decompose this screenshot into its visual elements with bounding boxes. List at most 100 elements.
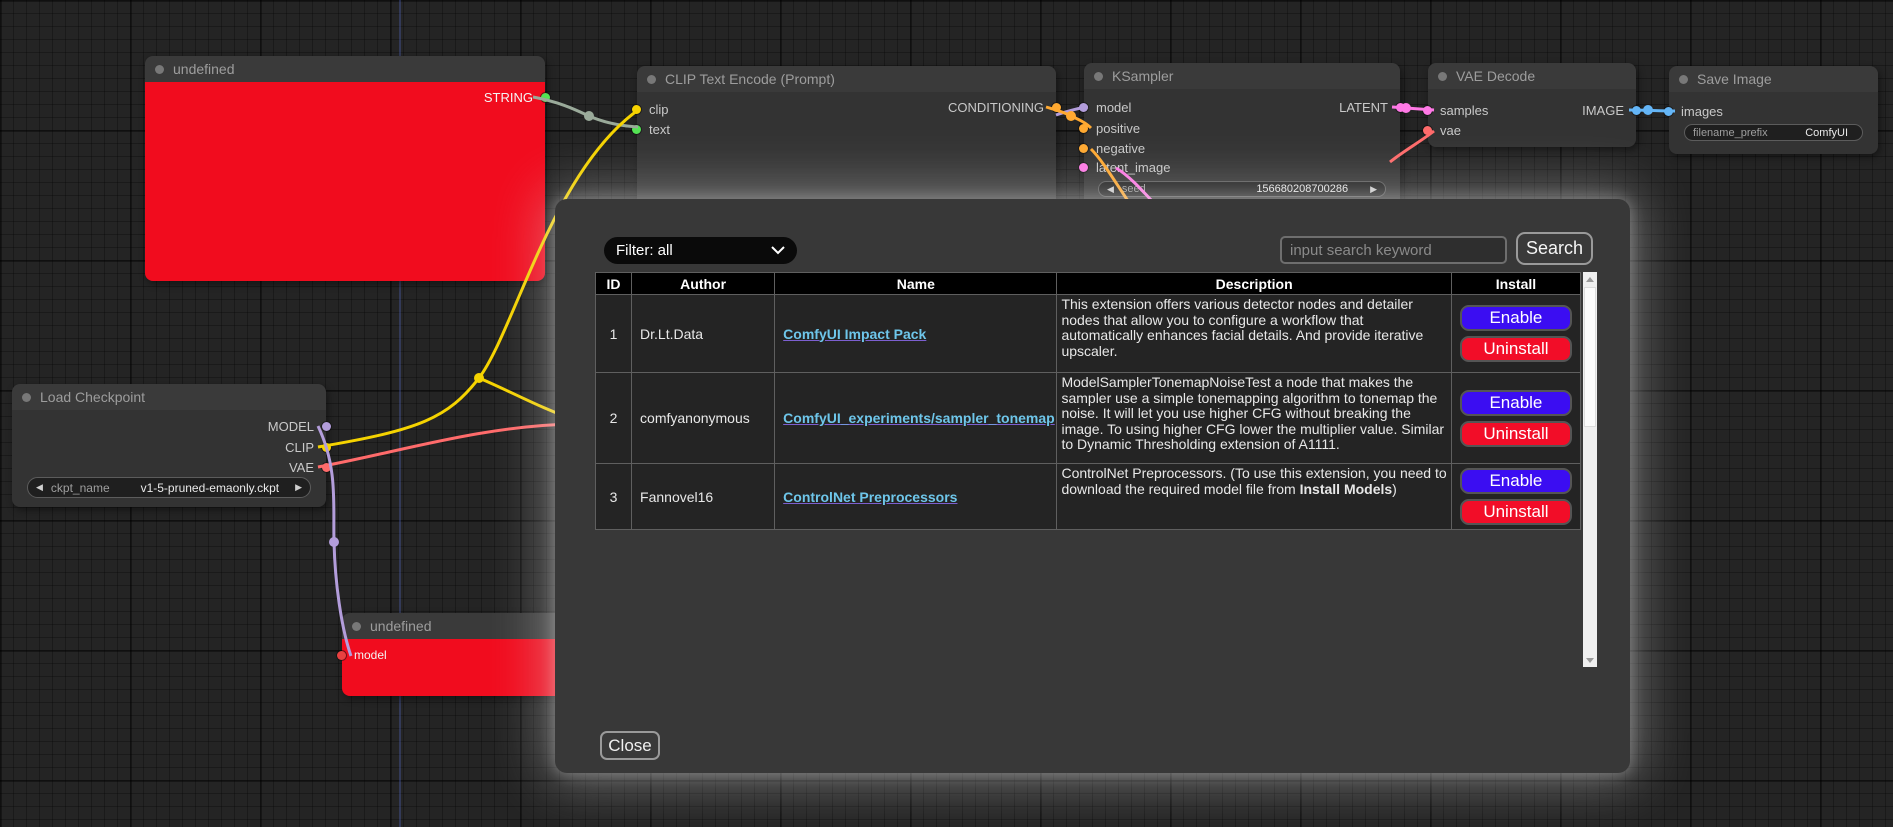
next-arrow-icon[interactable]: ▶ — [295, 482, 302, 493]
port-dot-image-icon[interactable] — [1664, 107, 1673, 116]
filename-prefix-widget[interactable]: filename_prefix ComfyUI — [1684, 124, 1863, 141]
seed-widget[interactable]: ◀ seed 156680208700286 ▶ — [1098, 181, 1386, 197]
node-title: Save Image — [1697, 71, 1772, 87]
port-dot-string-icon[interactable] — [632, 125, 641, 134]
node-header[interactable]: CLIP Text Encode (Prompt) — [637, 66, 1056, 92]
cell-id: 1 — [596, 295, 632, 373]
port-dot-clip-icon[interactable] — [632, 105, 641, 114]
port-model-input[interactable]: model — [337, 646, 387, 664]
port-positive-input[interactable]: positive — [1079, 119, 1140, 137]
widget-label: ckpt_name — [51, 481, 110, 495]
port-samples-input[interactable]: samples — [1423, 101, 1488, 119]
reroute-dot[interactable] — [1066, 111, 1076, 121]
decrement-arrow-icon[interactable]: ◀ — [1107, 184, 1114, 195]
comfyui-canvas[interactable]: { "icons": { "arrow_left": "◀", "arrow_r… — [0, 0, 1893, 827]
port-dot-string-icon[interactable] — [541, 93, 550, 102]
node-header[interactable]: Load Checkpoint — [12, 384, 326, 410]
node-header[interactable]: VAE Decode — [1428, 63, 1636, 89]
port-label: images — [1681, 104, 1723, 119]
scroll-down-icon[interactable] — [1583, 653, 1597, 667]
port-dot-conditioning-icon[interactable] — [1079, 124, 1088, 133]
cell-author: comfyanonymous — [632, 373, 775, 464]
extension-link[interactable]: ComfyUI Impact Pack — [783, 326, 926, 342]
port-dot-clip-icon[interactable] — [322, 443, 331, 452]
increment-arrow-icon[interactable]: ▶ — [1370, 184, 1377, 195]
port-dot-vae-icon[interactable] — [1423, 126, 1432, 135]
node-load-checkpoint[interactable]: Load Checkpoint MODEL CLIP VAE ◀ ckpt_na… — [12, 384, 326, 507]
extension-link[interactable]: ComfyUI_experiments/sampler_tonemap — [783, 410, 1055, 426]
reroute-dot[interactable] — [1643, 105, 1653, 115]
filter-select[interactable]: Filter: all — [604, 237, 797, 264]
port-dot-latent-icon[interactable] — [1079, 163, 1088, 172]
node-collapse-dot-icon[interactable] — [1679, 75, 1688, 84]
node-header[interactable]: undefined — [145, 56, 545, 82]
ckpt-name-widget[interactable]: ◀ ckpt_name v1-5-pruned-emaonly.ckpt ▶ — [27, 477, 311, 498]
port-label: VAE — [289, 460, 314, 475]
description-bold-text: Install Models — [1300, 481, 1393, 497]
port-latent-output[interactable]: LATENT — [1339, 98, 1405, 116]
port-model-output[interactable]: MODEL — [268, 417, 331, 435]
node-body: STRING — [145, 82, 545, 281]
port-model-input[interactable]: model — [1079, 98, 1131, 116]
node-header[interactable]: KSampler — [1084, 63, 1400, 89]
enable-button[interactable]: Enable — [1460, 468, 1572, 494]
search-button[interactable]: Search — [1516, 232, 1593, 265]
port-clip-output[interactable]: CLIP — [285, 438, 331, 456]
port-string-output[interactable]: STRING — [484, 88, 550, 106]
node-collapse-dot-icon[interactable] — [22, 393, 31, 402]
reroute-dot[interactable] — [474, 373, 484, 383]
port-dot-latent-icon[interactable] — [1396, 103, 1405, 112]
wire-vae-out — [318, 424, 572, 467]
table-scrollbar[interactable] — [1583, 272, 1597, 667]
port-vae-input[interactable]: vae — [1423, 121, 1461, 139]
node-header[interactable]: Save Image — [1669, 66, 1878, 92]
port-conditioning-output[interactable]: CONDITIONING — [948, 98, 1061, 116]
node-undefined-bottom[interactable]: undefined model — [342, 613, 565, 696]
table-row: 3 Fannovel16 ControlNet Preprocessors Co… — [596, 464, 1581, 530]
previous-arrow-icon[interactable]: ◀ — [36, 482, 43, 493]
node-collapse-dot-icon[interactable] — [1438, 72, 1447, 81]
enable-button[interactable]: Enable — [1460, 390, 1572, 416]
node-clip-text-encode[interactable]: CLIP Text Encode (Prompt) clip text COND… — [637, 66, 1056, 208]
cell-description: This extension offers various detector n… — [1057, 295, 1451, 373]
enable-button[interactable]: Enable — [1460, 305, 1572, 331]
node-collapse-dot-icon[interactable] — [1094, 72, 1103, 81]
port-dot-latent-icon[interactable] — [1423, 106, 1432, 115]
uninstall-button[interactable]: Uninstall — [1460, 499, 1572, 525]
port-dot-conditioning-icon[interactable] — [1052, 103, 1061, 112]
uninstall-button[interactable]: Uninstall — [1460, 421, 1572, 447]
node-collapse-dot-icon[interactable] — [155, 65, 164, 74]
col-header-id: ID — [596, 273, 632, 295]
extension-link[interactable]: ControlNet Preprocessors — [783, 489, 957, 505]
uninstall-button[interactable]: Uninstall — [1460, 336, 1572, 362]
node-header[interactable]: undefined — [342, 613, 565, 639]
cell-name: ControlNet Preprocessors — [775, 464, 1057, 530]
col-header-description: Description — [1057, 273, 1451, 295]
node-save-image[interactable]: Save Image images filename_prefix ComfyU… — [1669, 66, 1878, 154]
port-dot-vae-icon[interactable] — [322, 463, 331, 472]
port-text-input[interactable]: text — [632, 120, 670, 138]
port-latent-image-input[interactable]: latent_image — [1079, 158, 1170, 176]
port-image-output[interactable]: IMAGE — [1582, 101, 1641, 119]
extension-manager-dialog: Filter: all Search ID Author Name Descri… — [555, 199, 1630, 773]
node-collapse-dot-icon[interactable] — [352, 622, 361, 631]
search-input[interactable] — [1280, 236, 1507, 264]
node-undefined-top[interactable]: undefined STRING — [145, 56, 545, 281]
reroute-dot[interactable] — [329, 537, 339, 547]
port-negative-input[interactable]: negative — [1079, 139, 1145, 157]
scrollbar-thumb[interactable] — [1584, 287, 1596, 427]
port-dot-image-icon[interactable] — [1632, 106, 1641, 115]
node-vae-decode[interactable]: VAE Decode samples vae IMAGE — [1428, 63, 1636, 147]
port-dot-model-icon[interactable] — [322, 422, 331, 431]
port-clip-input[interactable]: clip — [632, 100, 669, 118]
port-dot-model-icon[interactable] — [337, 651, 346, 660]
port-vae-output[interactable]: VAE — [289, 458, 331, 476]
node-collapse-dot-icon[interactable] — [647, 75, 656, 84]
port-dot-conditioning-icon[interactable] — [1079, 144, 1088, 153]
node-title: CLIP Text Encode (Prompt) — [665, 71, 835, 87]
scroll-up-icon[interactable] — [1583, 272, 1597, 286]
reroute-dot[interactable] — [584, 111, 594, 121]
port-dot-model-icon[interactable] — [1079, 103, 1088, 112]
port-images-input[interactable]: images — [1664, 102, 1723, 120]
close-button[interactable]: Close — [600, 731, 660, 760]
